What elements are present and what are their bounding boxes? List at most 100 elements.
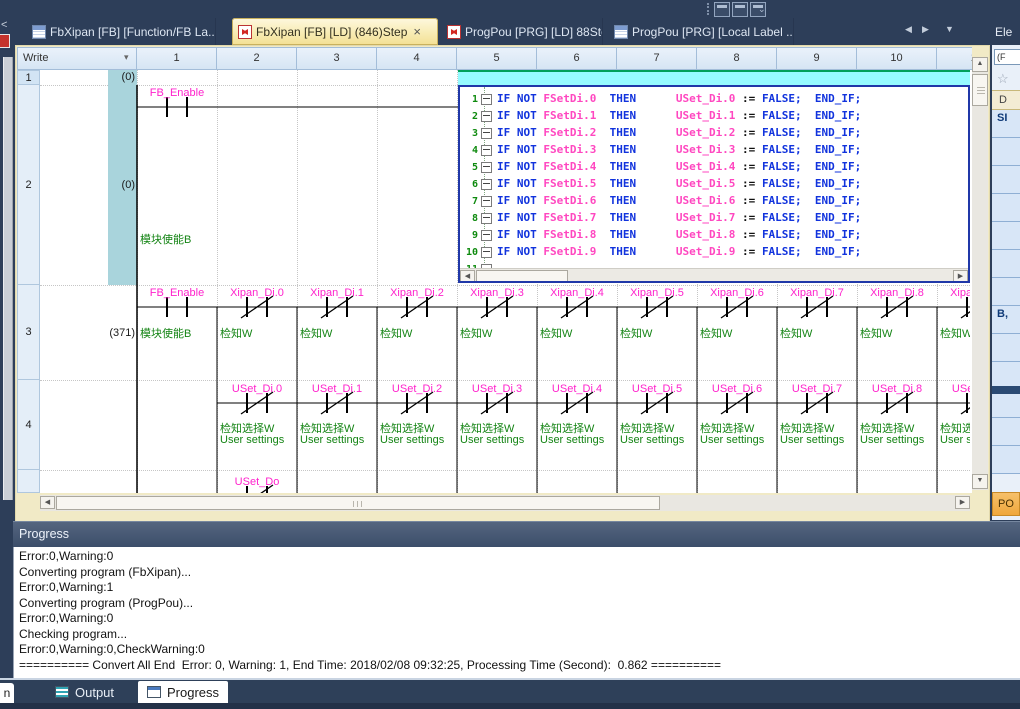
element-list-row[interactable] [992,278,1020,306]
fold-collapse-icon[interactable] [481,213,492,224]
device-label[interactable]: USet_Di.6 [697,383,777,395]
device-label[interactable]: Xipan_Di.3 [457,287,537,299]
device-label[interactable]: Xipan_Di.5 [617,287,697,299]
tab-output[interactable]: Output [46,681,123,703]
vertical-scrollbar-thumb[interactable] [972,74,988,106]
fold-collapse-icon[interactable] [481,230,492,241]
column-header-1[interactable]: 1 [137,47,217,70]
left-tab-scroll-fragment[interactable]: < [1,19,7,31]
fold-collapse-icon[interactable] [481,94,492,105]
element-filter-input[interactable]: (F [994,49,1020,65]
column-header-9[interactable]: 9 [777,47,857,70]
st-code-line[interactable]: 8IF NOT FSetDi.7 THEN USet_Di.7 := FALSE… [460,209,968,226]
element-list-row[interactable] [992,334,1020,362]
st-code-line[interactable]: 1IF NOT FSetDi.0 THEN USet_Di.0 := FALSE… [460,90,968,107]
clipped-bottom-tab[interactable]: n [0,683,14,705]
scroll-up-icon[interactable]: ▲ [972,57,988,72]
element-list-row[interactable] [992,138,1020,166]
st-code-line[interactable]: 3IF NOT FSetDi.2 THEN USet_Di.2 := FALSE… [460,124,968,141]
left-panel-splitter[interactable] [3,57,13,500]
tab-progpou-ld[interactable]: ProgPou [PRG] [LD] 88Step [441,18,603,45]
element-list-row[interactable] [992,222,1020,250]
column-header-5[interactable]: 5 [457,47,537,70]
inline-st-box[interactable]: 1IF NOT FSetDi.0 THEN USet_Di.0 := FALSE… [458,85,970,283]
element-list-row[interactable] [992,418,1020,446]
progress-output-text[interactable]: Error:0,Warning:0Converting program (FbX… [13,547,1020,678]
horizontal-scrollbar-thumb[interactable] [56,496,660,510]
device-label[interactable]: USet_Di.1 [297,383,377,395]
form-icon[interactable] [714,2,730,17]
element-list-row[interactable]: SI [992,110,1020,138]
device-label[interactable]: USet_Di.4 [537,383,617,395]
device-label[interactable]: USet_Di.2 [377,383,457,395]
element-list-row[interactable]: B, [992,306,1020,334]
fold-collapse-icon[interactable] [481,162,492,173]
fold-collapse-icon[interactable] [481,179,492,190]
tab-list-menu-icon[interactable]: ▼ [945,24,954,34]
st-code-line[interactable]: 7IF NOT FSetDi.6 THEN USet_Di.6 := FALSE… [460,192,968,209]
fold-collapse-icon[interactable] [481,247,492,258]
fold-collapse-icon[interactable] [481,111,492,122]
tab-progpou-local-label[interactable]: ProgPou [PRG] [Local Label ... [608,18,794,45]
device-label[interactable]: Xipan_Di.2 [377,287,457,299]
device-label[interactable]: Xipan_Di.6 [697,287,777,299]
st-code-line[interactable]: 10IF NOT FSetDi.9 THEN USet_Di.9 := FALS… [460,243,968,260]
device-label[interactable]: USet_Do [217,476,297,488]
edit-mode-dropdown-icon[interactable]: ▾ [124,52,129,63]
device-label[interactable]: Xipan_Di.4 [537,287,617,299]
st-code-line[interactable]: 2IF NOT FSetDi.1 THEN USet_Di.1 := FALSE… [460,107,968,124]
device-label[interactable]: Xipan_Di.0 [217,287,297,299]
ladder-vertical-scrollbar[interactable]: ▲ ▼ [972,57,988,490]
window-icon[interactable] [732,2,748,17]
st-horizontal-scrollbar[interactable]: ◀ ▶ [460,268,968,283]
st-code-line[interactable]: 9IF NOT FSetDi.8 THEN USet_Di.8 := FALSE… [460,226,968,243]
element-list-row[interactable] [992,250,1020,278]
device-label[interactable]: USet_Di.8 [857,383,937,395]
device-label[interactable]: Xipan_Di.7 [777,287,857,299]
toolbar-overflow-icon[interactable]: ⌄ [758,4,766,15]
fold-collapse-icon[interactable] [481,196,492,207]
selected-cell-highlight[interactable] [458,70,970,85]
column-header-11[interactable]: 11 [937,47,972,70]
favorites-star-icon[interactable]: ☆ [997,71,1009,87]
column-header-8[interactable]: 8 [697,47,777,70]
pou-list-side-tab[interactable]: PO [992,492,1020,516]
st-scroll-left-icon[interactable]: ◀ [460,270,475,283]
tab-close-icon[interactable]: × [413,24,421,39]
fold-collapse-icon[interactable] [481,145,492,156]
st-code-line[interactable]: 4IF NOT FSetDi.3 THEN USet_Di.3 := FALSE… [460,141,968,158]
device-label[interactable]: Xipan_Di.9 [937,287,970,299]
column-header-4[interactable]: 4 [377,47,457,70]
column-header-2[interactable]: 2 [217,47,297,70]
tab-fbxipan-fb-label[interactable]: FbXipan [FB] [Function/FB La... [26,18,216,45]
device-label[interactable]: Xipan_Di.1 [297,287,377,299]
st-scrollbar-thumb[interactable] [476,270,568,283]
tab-fbxipan-ld-active[interactable]: FbXipan [FB] [LD] (846)Step × [232,18,438,45]
st-code-line[interactable]: 6IF NOT FSetDi.5 THEN USet_Di.5 := FALSE… [460,175,968,192]
column-header-10[interactable]: 10 [857,47,937,70]
element-list-row[interactable] [992,390,1020,418]
device-label[interactable]: USet_Di.3 [457,383,537,395]
element-list-row[interactable] [992,446,1020,474]
scroll-down-icon[interactable]: ▼ [972,474,988,489]
column-header-6[interactable]: 6 [537,47,617,70]
tab-scroll-right-icon[interactable]: ▶ [922,24,929,35]
element-list-row[interactable] [992,166,1020,194]
device-label[interactable]: USet_Di.9 [937,383,970,395]
device-label[interactable]: USet_Di.7 [777,383,857,395]
ladder-horizontal-scrollbar[interactable]: ◀ ▶ [40,495,970,511]
st-scroll-right-icon[interactable]: ▶ [953,270,968,283]
edit-mode-cell[interactable]: Write [17,47,137,70]
device-label[interactable]: Xipan_Di.8 [857,287,937,299]
scroll-left-icon[interactable]: ◀ [40,496,55,509]
device-label[interactable]: USet_Di.5 [617,383,697,395]
column-header-3[interactable]: 3 [297,47,377,70]
element-list-row[interactable] [992,194,1020,222]
device-label[interactable]: USet_Di.0 [217,383,297,395]
fold-collapse-icon[interactable] [481,128,492,139]
device-label[interactable]: FB_Enable [137,287,217,299]
st-code-line[interactable]: 5IF NOT FSetDi.4 THEN USet_Di.4 := FALSE… [460,158,968,175]
device-label[interactable]: FB_Enable [137,87,217,99]
tab-progress[interactable]: Progress [138,681,228,703]
scroll-right-icon[interactable]: ▶ [955,496,970,509]
